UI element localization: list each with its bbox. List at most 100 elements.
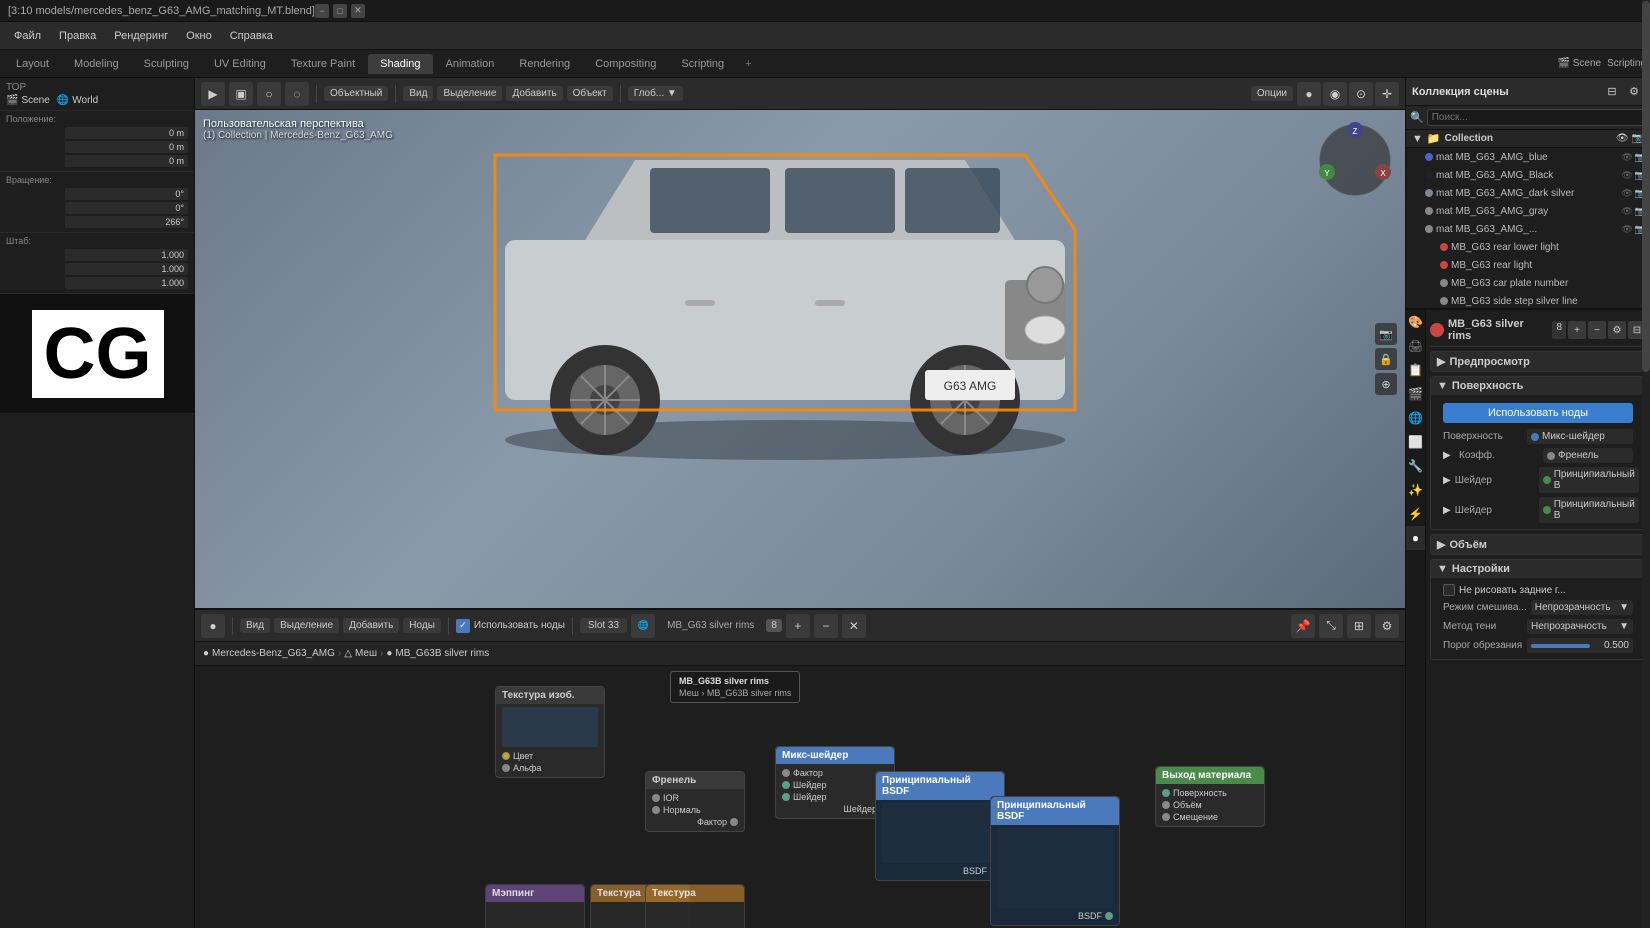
physics-tab-icon[interactable]: ⚡ — [1406, 502, 1425, 526]
shader2-value[interactable]: Принципиальный В — [1539, 497, 1639, 523]
object-menu[interactable]: Объект — [567, 86, 613, 101]
tab-modeling[interactable]: Modeling — [62, 54, 131, 74]
tab-compositing[interactable]: Compositing — [583, 54, 668, 74]
shadow-method-value[interactable]: Непрозрачность ▼ — [1527, 619, 1633, 634]
menu-edit[interactable]: Правка — [51, 28, 104, 44]
ne-zoom-icon[interactable]: ⤡ — [1319, 614, 1343, 638]
surface-type-value[interactable]: Микс-шейдер — [1527, 429, 1633, 444]
obj-car-plate[interactable]: MB_G63 car plate number — [1406, 274, 1650, 292]
eye-icon-3[interactable]: 👁 — [1621, 188, 1632, 199]
eye-icon-4[interactable]: 👁 — [1621, 206, 1632, 217]
menu-window[interactable]: Окно — [178, 28, 220, 44]
minimize-button[interactable]: − — [315, 4, 329, 18]
particles-tab-icon[interactable]: ✨ — [1406, 478, 1425, 502]
ne-close-material[interactable]: ✕ — [842, 614, 866, 638]
select-menu[interactable]: Выделение — [437, 86, 502, 101]
node-principled-2[interactable]: Принципиальный BSDF BSDF — [990, 796, 1120, 926]
ne-view-menu[interactable]: Вид — [240, 618, 270, 633]
mat-remove-btn[interactable]: − — [1588, 321, 1606, 339]
tab-animation[interactable]: Animation — [434, 54, 507, 74]
3d-viewport[interactable]: G63 AMG Пользовательская перспектива (1)… — [195, 110, 1405, 608]
eye-icon-5[interactable]: 👁 — [1621, 224, 1632, 235]
eye-icon-1[interactable]: 👁 — [1621, 152, 1632, 163]
ne-add-material[interactable]: + — [786, 614, 810, 638]
settings-header[interactable]: ▼ Настройки — [1431, 560, 1645, 578]
obj-side-step[interactable]: MB_G63 side step silver line — [1406, 292, 1650, 308]
global-dropdown[interactable]: Глоб... ▼ — [628, 86, 683, 101]
scale-z[interactable]: 1.000 — [65, 277, 188, 289]
tab-rendering[interactable]: Rendering — [507, 54, 582, 74]
view-layer-tab-icon[interactable]: 📋 — [1406, 358, 1425, 382]
volume-header[interactable]: ▶ Объём — [1431, 535, 1645, 554]
outliner-scrollbar[interactable] — [1642, 0, 1650, 928]
obj-rear-light[interactable]: MB_G63 rear light — [1406, 256, 1650, 274]
tree-item-dark-silver[interactable]: mat MB_G63_AMG_dark silver 👁 📷 — [1406, 184, 1650, 202]
camera-view-button[interactable]: 📷 — [1375, 323, 1397, 345]
world-tab-icon[interactable]: 🌐 — [1406, 406, 1425, 430]
tab-uv-editing[interactable]: UV Editing — [202, 54, 278, 74]
viewport-shading-solid[interactable]: ● — [1297, 82, 1321, 106]
ne-view-all-icon[interactable]: ⊞ — [1347, 614, 1371, 638]
viewport-overlays[interactable]: ⊙ — [1349, 82, 1373, 106]
select-lasso-button[interactable]: ◌ — [285, 82, 309, 106]
ne-pin-icon[interactable]: 📌 — [1291, 614, 1315, 638]
mat-settings-btn[interactable]: ⚙ — [1608, 321, 1626, 339]
tree-item-blue[interactable]: mat MB_G63_AMG_blue 👁 📷 — [1406, 148, 1650, 166]
viewport-nav-button[interactable]: ⊕ — [1375, 373, 1397, 395]
rotation-y[interactable]: 0° — [65, 202, 188, 214]
close-button[interactable]: ✕ — [351, 4, 365, 18]
rotation-z[interactable]: 266° — [65, 216, 188, 228]
clip-threshold-value[interactable]: 0.500 — [1527, 638, 1633, 653]
tab-shading[interactable]: Shading — [368, 54, 432, 74]
tree-item-gray2[interactable]: mat MB_G63_AMG_... 👁 📷 — [1406, 220, 1650, 238]
settings-outliner-icon[interactable]: ⚙ — [1624, 82, 1644, 102]
back-faces-checkbox[interactable] — [1443, 584, 1455, 596]
use-nodes-toggle[interactable]: ✓ Использовать ноды — [456, 619, 565, 633]
tree-item-black[interactable]: mat MB_G63_AMG_Black 👁 📷 — [1406, 166, 1650, 184]
material-tab-icon[interactable]: ● — [1406, 526, 1425, 550]
add-menu[interactable]: Добавить — [506, 86, 562, 101]
material-label[interactable]: MB_G63 silver rims — [659, 618, 762, 633]
ne-settings-icon[interactable]: ⚙ — [1375, 614, 1399, 638]
select-circle-button[interactable]: ○ — [257, 82, 281, 106]
slot-label[interactable]: Slot 33 — [580, 618, 627, 633]
menu-help[interactable]: Справка — [222, 28, 281, 44]
outliner-search-input[interactable] — [1427, 109, 1646, 126]
mat-add-btn[interactable]: + — [1568, 321, 1586, 339]
scene-tab-icon[interactable]: 🎬 — [1406, 382, 1425, 406]
play-button[interactable]: ▶ — [201, 82, 225, 106]
ne-world-icon[interactable]: 🌐 — [631, 614, 655, 638]
maximize-button[interactable]: □ — [333, 4, 347, 18]
ne-remove-material[interactable]: − — [814, 614, 838, 638]
menu-file[interactable]: Файл — [6, 28, 49, 44]
shader1-value[interactable]: Принципиальный В — [1539, 467, 1639, 493]
collection-arrow-icon[interactable]: ▼ — [1412, 133, 1423, 145]
viewport-shading-rendered[interactable]: ◉ — [1323, 82, 1347, 106]
filter-icon[interactable]: ⊟ — [1602, 82, 1622, 102]
nav-gizmo[interactable]: Z X Y — [1315, 120, 1395, 203]
modifier-tab-icon[interactable]: 🔧 — [1406, 454, 1425, 478]
use-nodes-button[interactable]: Использовать ноды — [1443, 403, 1633, 423]
ne-select-menu[interactable]: Выделение — [274, 618, 339, 633]
scale-x[interactable]: 1.000 — [65, 249, 188, 261]
tab-texture-paint[interactable]: Texture Paint — [279, 54, 367, 74]
node-canvas[interactable]: Текстура изоб. Цвет Альфа Микс-шейдер Фа… — [195, 666, 1405, 928]
tree-item-gray[interactable]: mat MB_G63_AMG_gray 👁 📷 — [1406, 202, 1650, 220]
ne-material-icon[interactable]: ● — [201, 614, 225, 638]
node-texture-small-1[interactable]: Мэппинг — [485, 884, 585, 928]
viewport-gizmos[interactable]: ✛ — [1375, 82, 1399, 106]
location-y[interactable]: 0 m — [65, 141, 188, 153]
tab-scripting[interactable]: Scripting — [669, 54, 736, 74]
rotation-x[interactable]: 0° — [65, 188, 188, 200]
render-tab-icon[interactable]: 🎨 — [1406, 310, 1425, 334]
eye-icon-2[interactable]: 👁 — [1621, 170, 1632, 181]
add-workspace-button[interactable]: + — [737, 54, 759, 74]
node-principled-1[interactable]: Принципиальный BSDF BSDF — [875, 771, 1005, 881]
node-material-output[interactable]: Выход материала Поверхность Объём Смещен… — [1155, 766, 1265, 827]
preview-header[interactable]: ▶ Предпросмотр — [1431, 352, 1645, 371]
location-x[interactable]: 0 m — [65, 127, 188, 139]
title-bar-controls[interactable]: − □ ✕ — [315, 4, 365, 18]
tab-layout[interactable]: Layout — [4, 54, 61, 74]
menu-render[interactable]: Рендеринг — [106, 28, 176, 44]
obj-rear-lower-light[interactable]: MB_G63 rear lower light — [1406, 238, 1650, 256]
